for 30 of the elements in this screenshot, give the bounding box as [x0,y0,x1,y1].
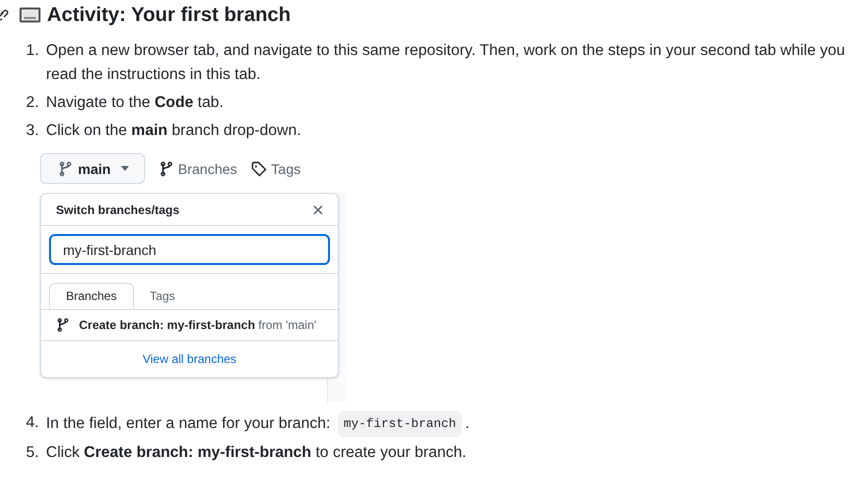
branch-search-field[interactable]: my-first-branch [49,234,330,265]
link-icon[interactable] [0,8,9,22]
step-number: 1. [26,41,40,61]
step-text: Click Create branch: my-first-branch to create your branch. [46,443,466,463]
popup-tab[interactable]: Branches [49,283,134,309]
step-number: 2. [26,93,40,113]
branch-icon [58,160,72,176]
branch-icon [56,317,69,333]
activity-heading: Activity: Your first branch [47,3,291,28]
branches-link[interactable]: Branches [159,156,238,180]
branch-icon [159,160,173,176]
inline-code: my-first-branch [338,411,462,437]
caret-icon [120,166,129,171]
step-text: Navigate to the Code tab. [46,93,224,113]
branch-button[interactable]: main [40,153,145,184]
popup-tab[interactable]: Tags [134,283,192,309]
tag-icon [251,160,268,176]
close-icon[interactable] [313,204,323,214]
step-number: 4. [26,413,40,433]
step-text: Open a new browser tab, and navigate to this same repository. Then, work on the steps in your second tab while you read the instructions in this tab. [46,41,846,85]
tags-link[interactable]: Tags [251,156,301,180]
step-number: 3. [26,121,40,141]
keyboard-icon [19,7,41,23]
view-all-branches-link[interactable]: View all branches [142,347,236,371]
create-branch-option[interactable]: Create branch: my-first-branch from 'main' [79,316,319,334]
step-text: Click on the main branch drop-down. [46,121,302,141]
step-number: 5. [26,443,40,463]
step-text: . [465,414,470,434]
popup-title: Switch branches/tags [56,202,180,218]
step-text: In the field, enter a name for your branch: [46,414,332,434]
